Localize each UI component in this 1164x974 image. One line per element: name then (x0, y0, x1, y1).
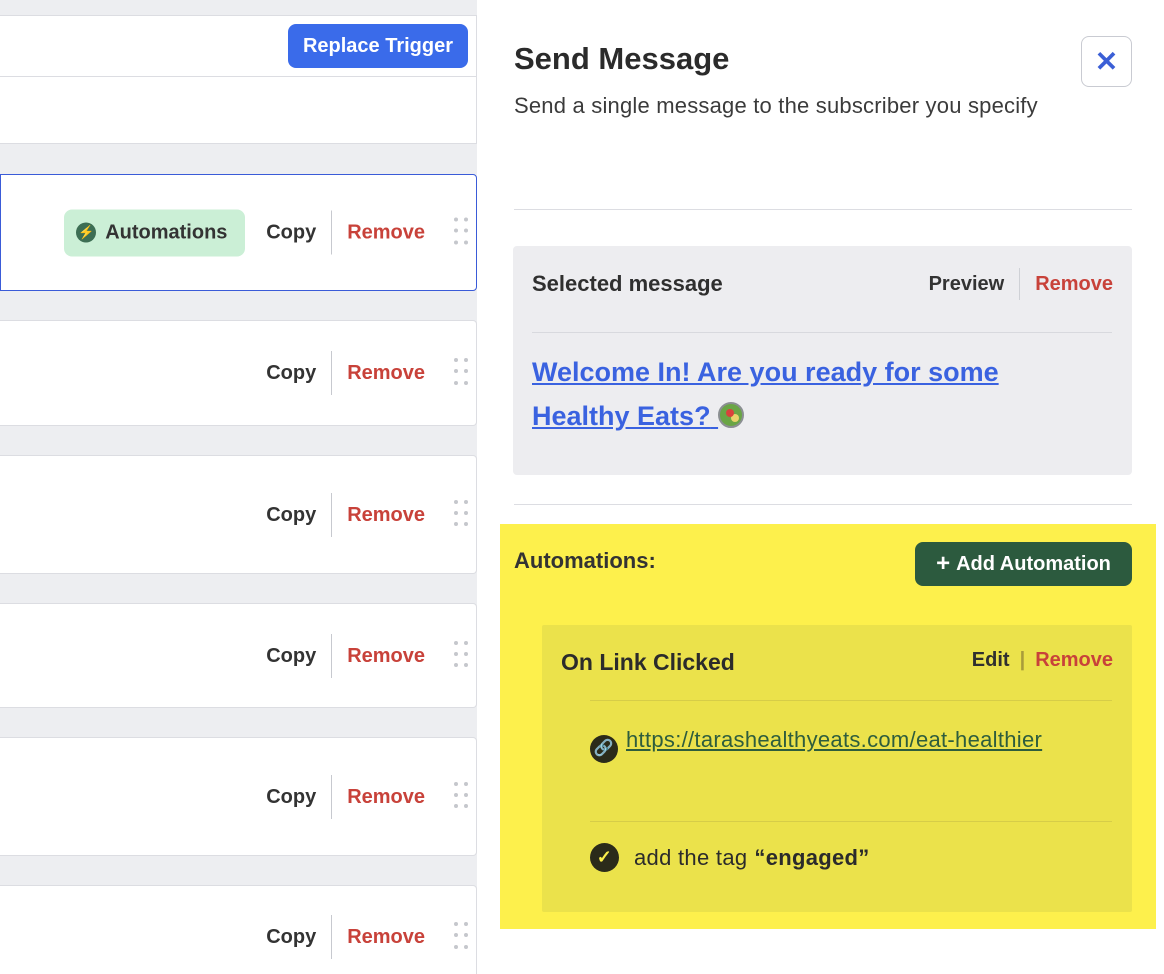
divider (532, 332, 1112, 333)
divider (514, 504, 1132, 505)
panel-title: Send Message (514, 41, 730, 76)
remove-step-button[interactable]: Remove (332, 634, 425, 678)
preview-button[interactable]: Preview (929, 268, 1021, 300)
drag-handle-icon[interactable] (454, 922, 468, 952)
automations-badge[interactable]: ⚡ Automations (64, 209, 246, 256)
replace-trigger-button[interactable]: Replace Trigger (287, 24, 468, 68)
copy-step-button[interactable]: Copy (266, 774, 333, 819)
plus-icon: + (936, 550, 951, 577)
workflow-step-send-message[interactable]: ⚡ Automations Copy Remove (0, 174, 477, 291)
message-title-link[interactable]: Welcome In! Are you ready for some Healt… (532, 350, 1092, 438)
salad-emoji-icon (718, 402, 745, 428)
copy-step-button[interactable]: Copy (266, 915, 333, 959)
automation-card: On Link Clicked Edit | Remove 🔗 https://t… (542, 625, 1132, 912)
lightning-bolt-icon: ⚡ (76, 222, 97, 243)
divider (514, 209, 1132, 210)
workflow-canvas: Replace Trigger ⚡ Automations Copy Remov… (0, 0, 477, 974)
drag-handle-icon[interactable] (454, 781, 468, 812)
remove-step-button[interactable]: Remove (332, 493, 425, 537)
workflow-step[interactable]: Copy Remove (0, 320, 477, 426)
send-message-panel: Send Message Send a single message to th… (477, 0, 1164, 974)
workflow-step[interactable]: Copy Remove (0, 455, 477, 574)
link-icon: 🔗 (590, 735, 618, 763)
divider (590, 700, 1112, 701)
automation-url-link[interactable]: https://tarashealthyeats.com/eat-healthi… (626, 727, 1042, 752)
remove-step-button[interactable]: Remove (332, 915, 425, 959)
trigger-card[interactable] (0, 77, 477, 144)
remove-automation-button[interactable]: Remove (1025, 649, 1113, 672)
automation-title: On Link Clicked (561, 649, 735, 675)
workflow-step[interactable]: Copy Remove (0, 603, 477, 708)
selected-message-box: Selected message Preview Remove Welcome … (513, 246, 1132, 475)
selected-message-label: Selected message (532, 271, 723, 296)
message-title-text: Welcome In! Are you ready for some Healt… (532, 357, 999, 431)
edit-automation-button[interactable]: Edit (972, 649, 1020, 672)
tag-action-text: add the tag (634, 844, 748, 870)
drag-handle-icon[interactable] (454, 640, 468, 671)
copy-step-button[interactable]: Copy (266, 492, 333, 537)
tag-action-row: ✓ add the tag “engaged” (590, 843, 870, 872)
automations-section: Automations: + Add Automation On Link Cl… (500, 524, 1156, 929)
add-automation-label: Add Automation (956, 552, 1111, 575)
drag-handle-icon[interactable] (454, 217, 468, 248)
remove-step-button[interactable]: Remove (332, 351, 425, 395)
divider (590, 821, 1112, 822)
automations-label: Automations: (514, 548, 656, 573)
add-automation-button[interactable]: + Add Automation (915, 542, 1132, 586)
copy-step-button[interactable]: Copy (266, 351, 333, 395)
drag-handle-icon[interactable] (454, 499, 468, 530)
remove-step-button[interactable]: Remove (332, 211, 425, 255)
check-circle-icon: ✓ (590, 843, 619, 872)
trigger-header: Replace Trigger (0, 15, 477, 77)
drag-handle-icon[interactable] (454, 358, 468, 388)
automations-badge-label: Automations (105, 221, 228, 243)
copy-step-button[interactable]: Copy (266, 633, 333, 678)
workflow-step[interactable]: Copy Remove (0, 737, 477, 856)
remove-message-button[interactable]: Remove (1020, 268, 1113, 300)
remove-step-button[interactable]: Remove (332, 775, 425, 819)
workflow-step[interactable]: Copy Remove (0, 885, 477, 974)
close-icon[interactable]: ✕ (1081, 36, 1132, 87)
panel-subtitle: Send a single message to the subscriber … (514, 93, 1038, 118)
link-condition-row: 🔗 https://tarashealthyeats.com/eat-health… (590, 721, 1112, 763)
copy-step-button[interactable]: Copy (266, 210, 333, 255)
tag-name: “engaged” (754, 844, 870, 870)
